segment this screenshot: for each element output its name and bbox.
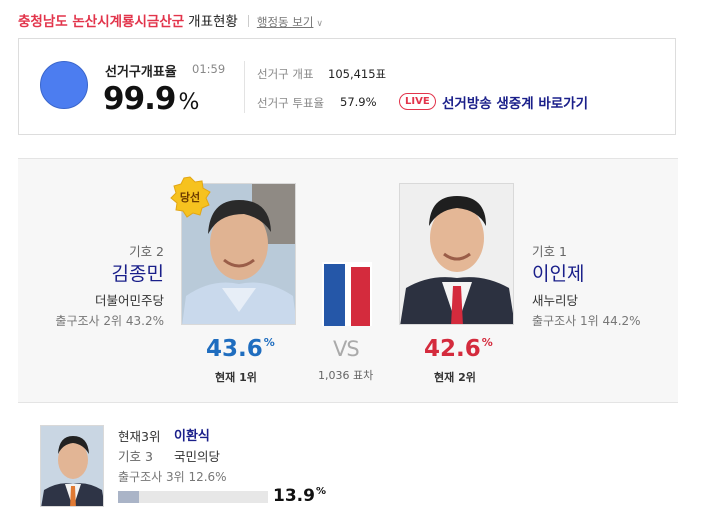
right-exit-poll: 출구조사 1위 44.2% bbox=[532, 314, 641, 328]
right-candidate-photo[interactable] bbox=[399, 183, 514, 325]
count-rate-label: 선거구개표율 bbox=[105, 65, 177, 80]
turnout-label: 선거구 투표율 bbox=[257, 96, 325, 110]
vote-gap: 1,036 표차 bbox=[318, 369, 374, 382]
third-vote-bar bbox=[118, 491, 268, 503]
count-rate-value: 99.9% bbox=[103, 81, 200, 117]
third-candidate-party: 국민의당 bbox=[174, 449, 221, 464]
ballots-counted-value: 105,415표 bbox=[328, 67, 387, 81]
ballots-counted-label: 선거구 개표 bbox=[257, 67, 314, 81]
right-candidate-number: 기호 1 bbox=[532, 244, 567, 259]
right-percent-unit: % bbox=[481, 336, 493, 349]
live-badge[interactable]: LIVE bbox=[399, 93, 436, 110]
summary-divider bbox=[244, 61, 245, 113]
region-title: 충청남도 논산시계룡시금산군 bbox=[18, 14, 185, 30]
third-percent-unit: % bbox=[315, 486, 326, 497]
right-portrait-illustration bbox=[400, 184, 513, 324]
winner-badge-text: 당선 bbox=[180, 190, 200, 204]
third-rank: 현재3위 bbox=[118, 429, 161, 444]
third-percent: 13.9% bbox=[273, 486, 326, 506]
third-exit-poll: 출구조사 3위 12.6% bbox=[118, 470, 227, 484]
left-exit-poll: 출구조사 2위 43.2% bbox=[55, 314, 164, 328]
status-title: 개표현황 bbox=[188, 14, 238, 30]
winner-badge-icon: 당선 bbox=[170, 176, 211, 218]
left-rank: 현재 1위 bbox=[215, 371, 257, 384]
left-percent: 43.6% bbox=[206, 336, 275, 362]
left-candidate-name[interactable]: 김종민 bbox=[112, 259, 164, 286]
count-summary-box: 선거구개표율 01:59 99.9% 선거구 개표 105,415표 선거구 투… bbox=[18, 38, 676, 135]
vs-label: VS bbox=[333, 337, 360, 361]
count-rate-unit: % bbox=[178, 90, 200, 115]
count-pie-icon bbox=[40, 61, 88, 109]
right-candidate-name[interactable]: 이인제 bbox=[532, 259, 584, 286]
left-percent-unit: % bbox=[263, 336, 275, 349]
vs-bar-icon bbox=[322, 262, 372, 326]
third-percent-value: 13.9 bbox=[273, 486, 315, 506]
chevron-down-icon[interactable]: ∨ bbox=[316, 19, 323, 29]
left-candidate-number: 기호 2 bbox=[129, 244, 164, 259]
third-candidate-name[interactable]: 이환식 bbox=[174, 425, 210, 444]
left-percent-value: 43.6 bbox=[206, 336, 263, 362]
third-portrait-illustration bbox=[41, 426, 103, 506]
count-time: 01:59 bbox=[192, 62, 226, 76]
right-rank: 현재 2위 bbox=[434, 371, 476, 384]
header-divider bbox=[247, 15, 249, 27]
left-candidate-party: 더불어민주당 bbox=[94, 293, 164, 308]
count-rate-number: 99.9 bbox=[103, 81, 176, 117]
turnout-value: 57.9% bbox=[340, 95, 377, 109]
admin-district-link[interactable]: 행정동 보기 bbox=[257, 15, 314, 29]
page-header: 충청남도 논산시계룡시금산군 개표현황 행정동 보기 ∨ bbox=[18, 10, 323, 34]
third-candidate-photo[interactable] bbox=[40, 425, 104, 507]
live-broadcast-link[interactable]: 선거방송 생중계 바로가기 bbox=[442, 92, 588, 112]
third-vote-bar-fill bbox=[118, 491, 139, 503]
third-candidate-number: 기호 3 bbox=[118, 449, 153, 464]
right-percent-value: 42.6 bbox=[424, 336, 481, 362]
band-bottom-rule bbox=[18, 402, 678, 403]
right-candidate-party: 새누리당 bbox=[532, 293, 579, 308]
right-percent: 42.6% bbox=[424, 336, 493, 362]
